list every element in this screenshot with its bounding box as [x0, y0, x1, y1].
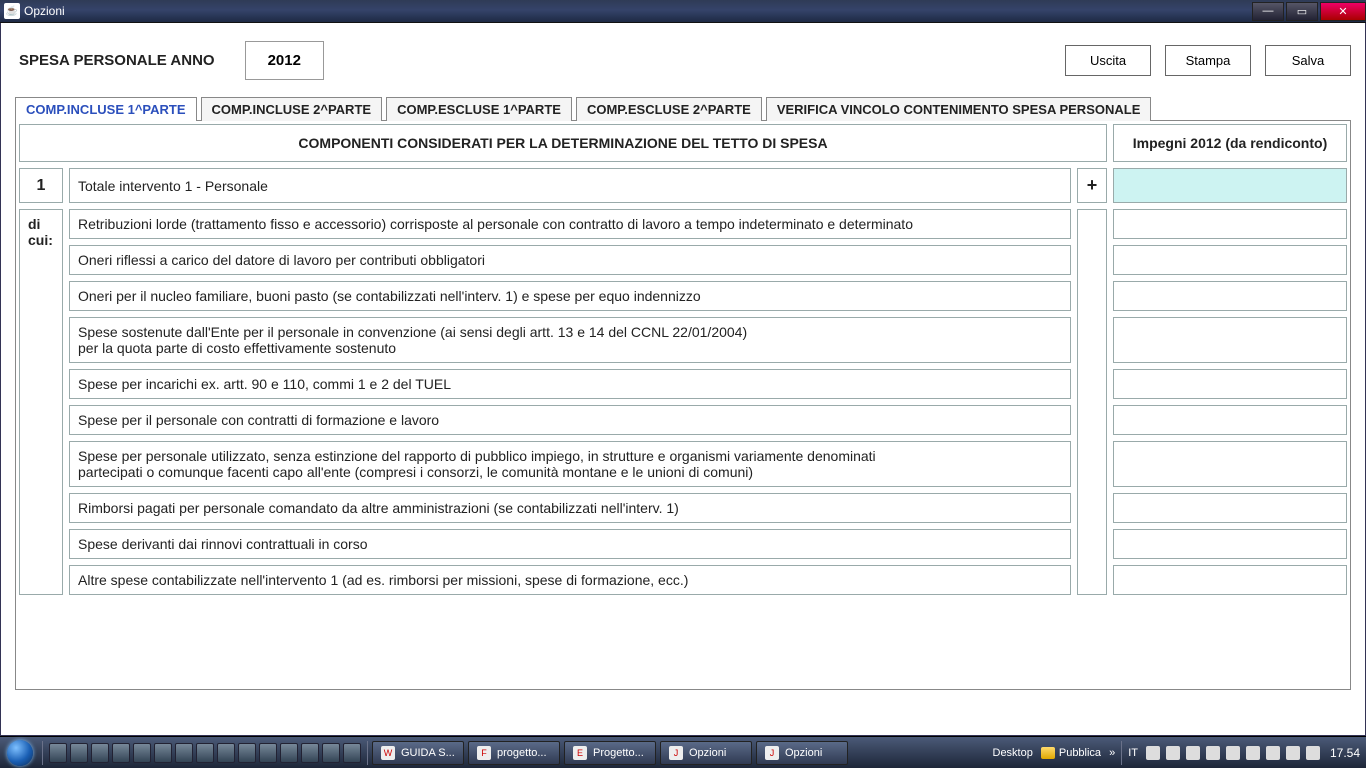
window-close-button[interactable]: ✕	[1320, 2, 1366, 21]
java-icon: ☕	[4, 3, 20, 19]
quick-launch-icon[interactable]	[91, 743, 109, 763]
tab-comp-incluse-2parte[interactable]: COMP.INCLUSE 2^PARTE	[201, 97, 383, 121]
quick-launch-icon[interactable]	[280, 743, 298, 763]
quick-launch-icon[interactable]	[322, 743, 340, 763]
year-value: 2012	[245, 41, 324, 80]
taskbar: WGUIDA S... Fprogetto... EProgetto... JO…	[0, 736, 1366, 768]
row-number-1: 1	[19, 168, 63, 203]
tray-icon[interactable]	[1286, 746, 1300, 760]
tab-strip: COMP.INCLUSE 1^PARTE COMP.INCLUSE 2^PART…	[15, 96, 1351, 120]
window-title: Opzioni	[24, 4, 65, 18]
sub-row-input[interactable]	[1113, 441, 1347, 487]
windows-orb-icon	[7, 740, 33, 766]
tab-comp-escluse-2parte[interactable]: COMP.ESCLUSE 2^PARTE	[576, 97, 762, 121]
tab-verifica-vincolo[interactable]: VERIFICA VINCOLO CONTENIMENTO SPESA PERS…	[766, 97, 1152, 121]
sub-row-input[interactable]	[1113, 245, 1347, 275]
quick-launch-icon[interactable]	[112, 743, 130, 763]
sub-row-label: Spese sostenute dall'Ente per il persona…	[69, 317, 1071, 363]
quick-launch-icon[interactable]	[238, 743, 256, 763]
taskbar-task[interactable]: J Opzioni	[660, 741, 752, 765]
quick-launch-icon[interactable]	[259, 743, 277, 763]
sub-row-label: Spese per personale utilizzato, senza es…	[69, 441, 1071, 487]
row-1-label: Totale intervento 1 - Personale	[69, 168, 1071, 203]
sub-row-label: Spese per incarichi ex. artt. 90 e 110, …	[69, 369, 1071, 399]
sub-row-input[interactable]	[1113, 209, 1347, 239]
sub-row-input[interactable]	[1113, 369, 1347, 399]
taskbar-task[interactable]: W GUIDA S...	[372, 741, 464, 765]
window-maximize-button[interactable]: ▭	[1286, 2, 1318, 21]
chevron-right-icon: »	[1105, 747, 1115, 759]
tray-icon[interactable]	[1146, 746, 1160, 760]
sub-row-input[interactable]	[1113, 317, 1347, 363]
sub-row-input[interactable]	[1113, 281, 1347, 311]
quick-launch-icon[interactable]	[175, 743, 193, 763]
eclipse-icon: E	[573, 746, 587, 760]
sub-row-input[interactable]	[1113, 493, 1347, 523]
quick-launch-icon[interactable]	[133, 743, 151, 763]
task-label: GUIDA S...	[401, 747, 455, 759]
row-1-sign: +	[1077, 168, 1107, 203]
quick-launch-icon[interactable]	[301, 743, 319, 763]
tab-panel: COMPONENTI CONSIDERATI PER LA DETERMINAZ…	[15, 120, 1351, 690]
task-label: Progetto...	[593, 747, 644, 759]
taskbar-task[interactable]: Fprogetto...	[468, 741, 560, 765]
pubblica-toolbar[interactable]: Pubblica»	[1037, 747, 1119, 759]
task-label: Opzioni	[689, 747, 726, 759]
sub-row-input[interactable]	[1113, 405, 1347, 435]
tray-icon[interactable]	[1166, 746, 1180, 760]
java-icon: J	[765, 746, 779, 760]
sub-row-input[interactable]	[1113, 565, 1347, 595]
tray-icon[interactable]	[1306, 746, 1320, 760]
quick-launch-icon[interactable]	[196, 743, 214, 763]
window-minimize-button[interactable]: —	[1252, 2, 1284, 21]
di-cui-label: di cui:	[19, 209, 63, 595]
window-titlebar: ☕ Opzioni — ▭ ✕	[0, 0, 1366, 23]
save-button[interactable]: Salva	[1265, 45, 1351, 76]
row-1-amount-input[interactable]	[1113, 168, 1347, 203]
quick-launch-icon[interactable]	[154, 743, 172, 763]
sub-row-label: Altre spese contabilizzate nell'interven…	[69, 565, 1071, 595]
sub-row-input[interactable]	[1113, 529, 1347, 559]
tray-icon[interactable]	[1226, 746, 1240, 760]
client-area: SPESA PERSONALE ANNO 2012 Uscita Stampa …	[0, 23, 1366, 736]
toolbar: SPESA PERSONALE ANNO 2012 Uscita Stampa …	[1, 23, 1365, 90]
sub-row-label: Rimborsi pagati per personale comandato …	[69, 493, 1071, 523]
language-indicator[interactable]: IT	[1124, 747, 1142, 759]
tray-icon[interactable]	[1206, 746, 1220, 760]
row-1-amount-field[interactable]	[1114, 169, 1346, 202]
system-tray	[1142, 746, 1324, 760]
exit-button[interactable]: Uscita	[1065, 45, 1151, 76]
folder-icon: F	[477, 746, 491, 760]
sign-column-blank	[1077, 209, 1107, 595]
quick-launch-icon[interactable]	[217, 743, 235, 763]
tab-comp-escluse-1parte[interactable]: COMP.ESCLUSE 1^PARTE	[386, 97, 572, 121]
folder-icon	[1041, 747, 1055, 759]
tray-icon[interactable]	[1186, 746, 1200, 760]
sub-row-label: Oneri riflessi a carico del datore di la…	[69, 245, 1071, 275]
sub-row-label: Spese derivanti dai rinnovi contrattuali…	[69, 529, 1071, 559]
desktop-toolbar[interactable]: Desktop	[989, 747, 1037, 759]
column-header-impegni: Impegni 2012 (da rendiconto)	[1113, 124, 1347, 162]
page-heading: SPESA PERSONALE ANNO	[19, 52, 215, 69]
quick-launch-icon[interactable]	[70, 743, 88, 763]
tray-icon[interactable]	[1246, 746, 1260, 760]
quick-launch-icon[interactable]	[343, 743, 361, 763]
start-button[interactable]	[0, 737, 40, 768]
taskbar-clock[interactable]: 17.54	[1324, 746, 1366, 760]
tray-icon[interactable]	[1266, 746, 1280, 760]
taskbar-task[interactable]: E Progetto...	[564, 741, 656, 765]
sub-row-label: Spese per il personale con contratti di …	[69, 405, 1071, 435]
tab-comp-incluse-1parte[interactable]: COMP.INCLUSE 1^PARTE	[15, 97, 197, 121]
quick-launch	[45, 743, 365, 763]
java-icon: J	[669, 746, 683, 760]
task-label: Opzioni	[785, 747, 822, 759]
sub-row-label: Retribuzioni lorde (trattamento fisso e …	[69, 209, 1071, 239]
print-button[interactable]: Stampa	[1165, 45, 1251, 76]
sub-row-label: Oneri per il nucleo familiare, buoni pas…	[69, 281, 1071, 311]
task-label: progetto...	[497, 747, 547, 759]
word-icon: W	[381, 746, 395, 760]
taskbar-task[interactable]: J Opzioni	[756, 741, 848, 765]
quick-launch-icon[interactable]	[49, 743, 67, 763]
column-header-components: COMPONENTI CONSIDERATI PER LA DETERMINAZ…	[19, 124, 1107, 162]
